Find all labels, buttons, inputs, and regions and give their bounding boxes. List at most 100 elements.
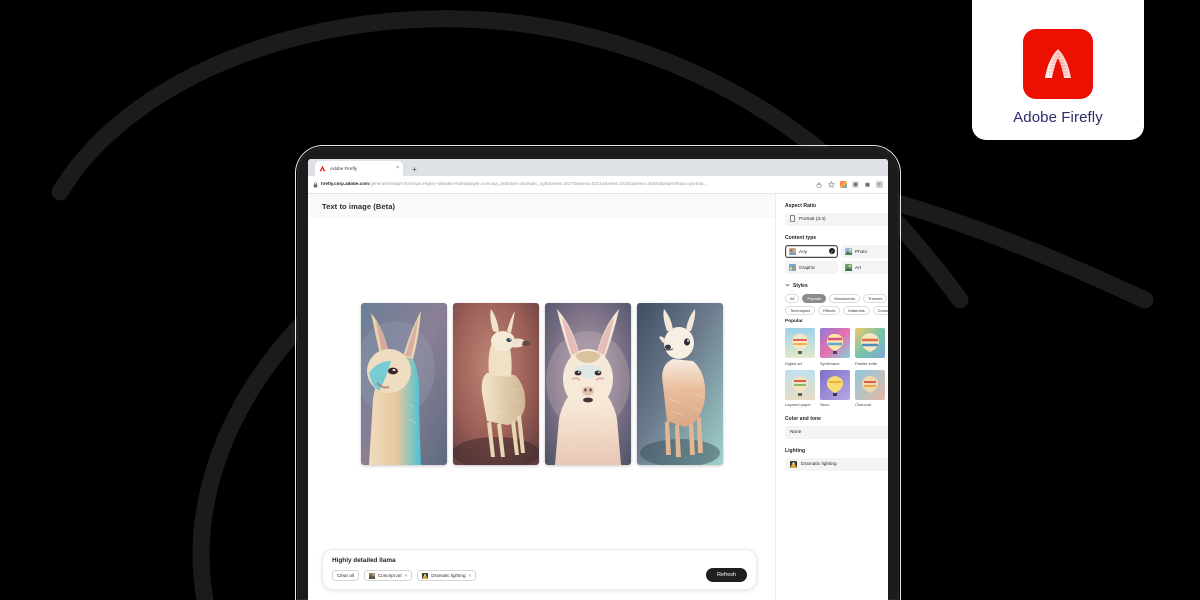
popular-group-label: Popular	[785, 319, 803, 324]
style-name-charcoal: Charcoal	[855, 402, 872, 407]
content-type-photo-label: Photo	[855, 249, 868, 254]
style-filter-effects[interactable]: Effects	[818, 306, 841, 315]
tablet-screen: Adobe Firefly × + firefly.corp.adobe.com…	[308, 159, 888, 600]
content-type-art[interactable]: Art	[841, 261, 888, 274]
style-filter-row-2: Techniques Effects Materials Concepts	[785, 306, 888, 315]
chevron-down-icon	[785, 283, 790, 289]
color-and-tone-label: Color and tone	[785, 416, 821, 422]
dramatic-lighting-thumb-icon	[422, 572, 429, 579]
style-filter-all[interactable]: All	[785, 294, 800, 303]
aspect-ratio-value: Portrait (3:4)	[799, 217, 826, 222]
content-type-art-label: Art	[855, 265, 861, 270]
extension-grid-icon[interactable]	[851, 181, 859, 189]
browser-tab-adobe-firefly[interactable]: Adobe Firefly ×	[315, 161, 403, 176]
style-name-digital-art: Digital art	[785, 360, 802, 366]
content-type-art-thumb-icon	[845, 264, 852, 271]
refresh-button[interactable]: Refresh	[706, 568, 747, 582]
close-icon[interactable]: ×	[405, 573, 408, 578]
content-type-photo[interactable]: Photo	[841, 245, 888, 258]
lock-icon	[313, 181, 318, 188]
tablet-device-frame: Adobe Firefly × + firefly.corp.adobe.com…	[297, 147, 899, 600]
prompt-bar[interactable]: Highly detailed llama Clear all Concept …	[322, 549, 757, 590]
content-type-graphic-label: Graphic	[799, 265, 816, 270]
color-and-tone-value: None	[790, 430, 802, 435]
style-item-neon[interactable]: Neon	[820, 369, 850, 407]
adobe-firefly-label: Adobe Firefly	[1013, 109, 1103, 126]
toolbar-actions: F	[812, 181, 883, 189]
aspect-ratio-block: Aspect Ratio Portrait (3:4)	[785, 203, 888, 226]
lighting-thumb-icon	[790, 461, 797, 468]
style-name-palette-knife: Palette knife	[855, 360, 878, 366]
concept-art-thumb-icon	[368, 572, 375, 579]
style-thumbnail-grid: Digital art Synthwave Palette knife Laye…	[785, 328, 888, 407]
address-bar[interactable]: firefly.corp.adobe.com/generate/images?p…	[313, 179, 812, 191]
content-type-block: Content type Any ✓ Photo Graphic Art	[785, 235, 888, 274]
results-grid	[308, 218, 775, 549]
clear-all-button[interactable]: Clear all	[332, 570, 359, 581]
aspect-ratio-select[interactable]: Portrait (3:4)	[785, 213, 888, 226]
svg-text:F: F	[878, 182, 881, 187]
style-filter-materials[interactable]: Materials	[843, 306, 870, 315]
lighting-value: Dramatic lighting	[801, 462, 837, 467]
style-thumb-synthwave	[820, 328, 850, 358]
bookmark-star-icon[interactable]	[827, 181, 835, 189]
style-item-digital-art[interactable]: Digital art	[785, 328, 815, 366]
lighting-select[interactable]: Dramatic lighting	[785, 458, 888, 471]
style-item-palette-knife[interactable]: Palette knife	[855, 328, 885, 366]
styles-section-header[interactable]: Styles	[785, 283, 888, 289]
content-type-graphic[interactable]: Graphic	[785, 261, 838, 274]
tab-title: Adobe Firefly	[330, 166, 358, 171]
style-thumb-palette-knife	[855, 328, 885, 358]
close-icon[interactable]: ×	[469, 573, 472, 578]
firefly-app-body: Text to image (Beta) Highly detailed lla…	[308, 194, 888, 600]
content-type-options: Any ✓ Photo Graphic Art	[785, 245, 888, 274]
page-title: Text to image (Beta)	[322, 202, 396, 211]
adobe-a-icon	[1023, 29, 1093, 99]
close-icon[interactable]: ×	[396, 166, 399, 171]
style-filter-row-1: All Popular Movements Themes	[785, 294, 888, 303]
style-filter-movements[interactable]: Movements	[829, 294, 860, 303]
extension-f2-icon[interactable]: F	[875, 181, 883, 189]
style-thumb-neon	[820, 369, 850, 400]
style-filter-popular[interactable]: Popular	[802, 294, 827, 303]
content-type-any[interactable]: Any ✓	[785, 245, 838, 258]
llama-result-2[interactable]	[452, 302, 539, 465]
color-and-tone-select[interactable]: None	[785, 426, 888, 439]
content-type-label: Content type	[785, 235, 817, 241]
chip-dramatic-lighting-label: Dramatic lighting	[431, 573, 466, 578]
prompt-text[interactable]: Highly detailed llama	[332, 557, 747, 564]
content-type-graphic-thumb-icon	[789, 264, 796, 271]
color-and-tone-block: Color and tone None	[785, 416, 888, 439]
chip-dramatic-lighting[interactable]: Dramatic lighting ×	[417, 570, 477, 581]
style-name-neon: Neon	[820, 402, 830, 407]
style-filter-concepts[interactable]: Concepts	[872, 306, 888, 315]
settings-sidebar[interactable]: Aspect Ratio Portrait (3:4) Content type	[775, 194, 888, 600]
adobe-a-glyph	[1045, 49, 1071, 78]
style-filter-themes[interactable]: Themes	[862, 294, 888, 303]
content-type-any-thumb-icon	[789, 248, 796, 255]
style-item-synthwave[interactable]: Synthwave	[820, 328, 850, 366]
style-thumb-digital-art	[785, 328, 815, 358]
chip-concept-art[interactable]: Concept art ×	[363, 570, 413, 581]
style-thumb-layered-paper	[785, 369, 815, 400]
content-type-any-label: Any	[799, 249, 807, 254]
llama-result-3[interactable]	[544, 302, 631, 465]
style-thumb-charcoal	[855, 369, 885, 400]
lighting-block: Lighting Dramatic lighting	[785, 448, 888, 471]
screenshot-stage: Adobe Firefly Adobe Firefly × + firefly.…	[0, 0, 1200, 600]
llama-result-1[interactable]	[360, 302, 447, 465]
extension-puzzle-icon[interactable]	[863, 181, 871, 189]
style-filter-techniques[interactable]: Techniques	[785, 306, 816, 315]
new-tab-button[interactable]: +	[408, 163, 421, 176]
llama-result-4[interactable]	[636, 302, 723, 465]
styles-block: Styles All Popular Movements Themes Tech…	[785, 283, 888, 407]
content-type-photo-thumb-icon	[845, 248, 852, 255]
style-name-synthwave: Synthwave	[820, 360, 840, 366]
url-text: firefly.corp.adobe.com/generate/images?p…	[321, 182, 707, 187]
extension-color-icon[interactable]	[839, 181, 847, 189]
share-icon[interactable]	[815, 181, 823, 189]
style-item-charcoal[interactable]: Charcoal	[855, 369, 885, 407]
url-host: firefly.corp.adobe.com	[321, 182, 369, 187]
style-item-layered-paper[interactable]: Layered paper	[785, 369, 815, 407]
style-name-layered-paper: Layered paper	[785, 402, 811, 407]
